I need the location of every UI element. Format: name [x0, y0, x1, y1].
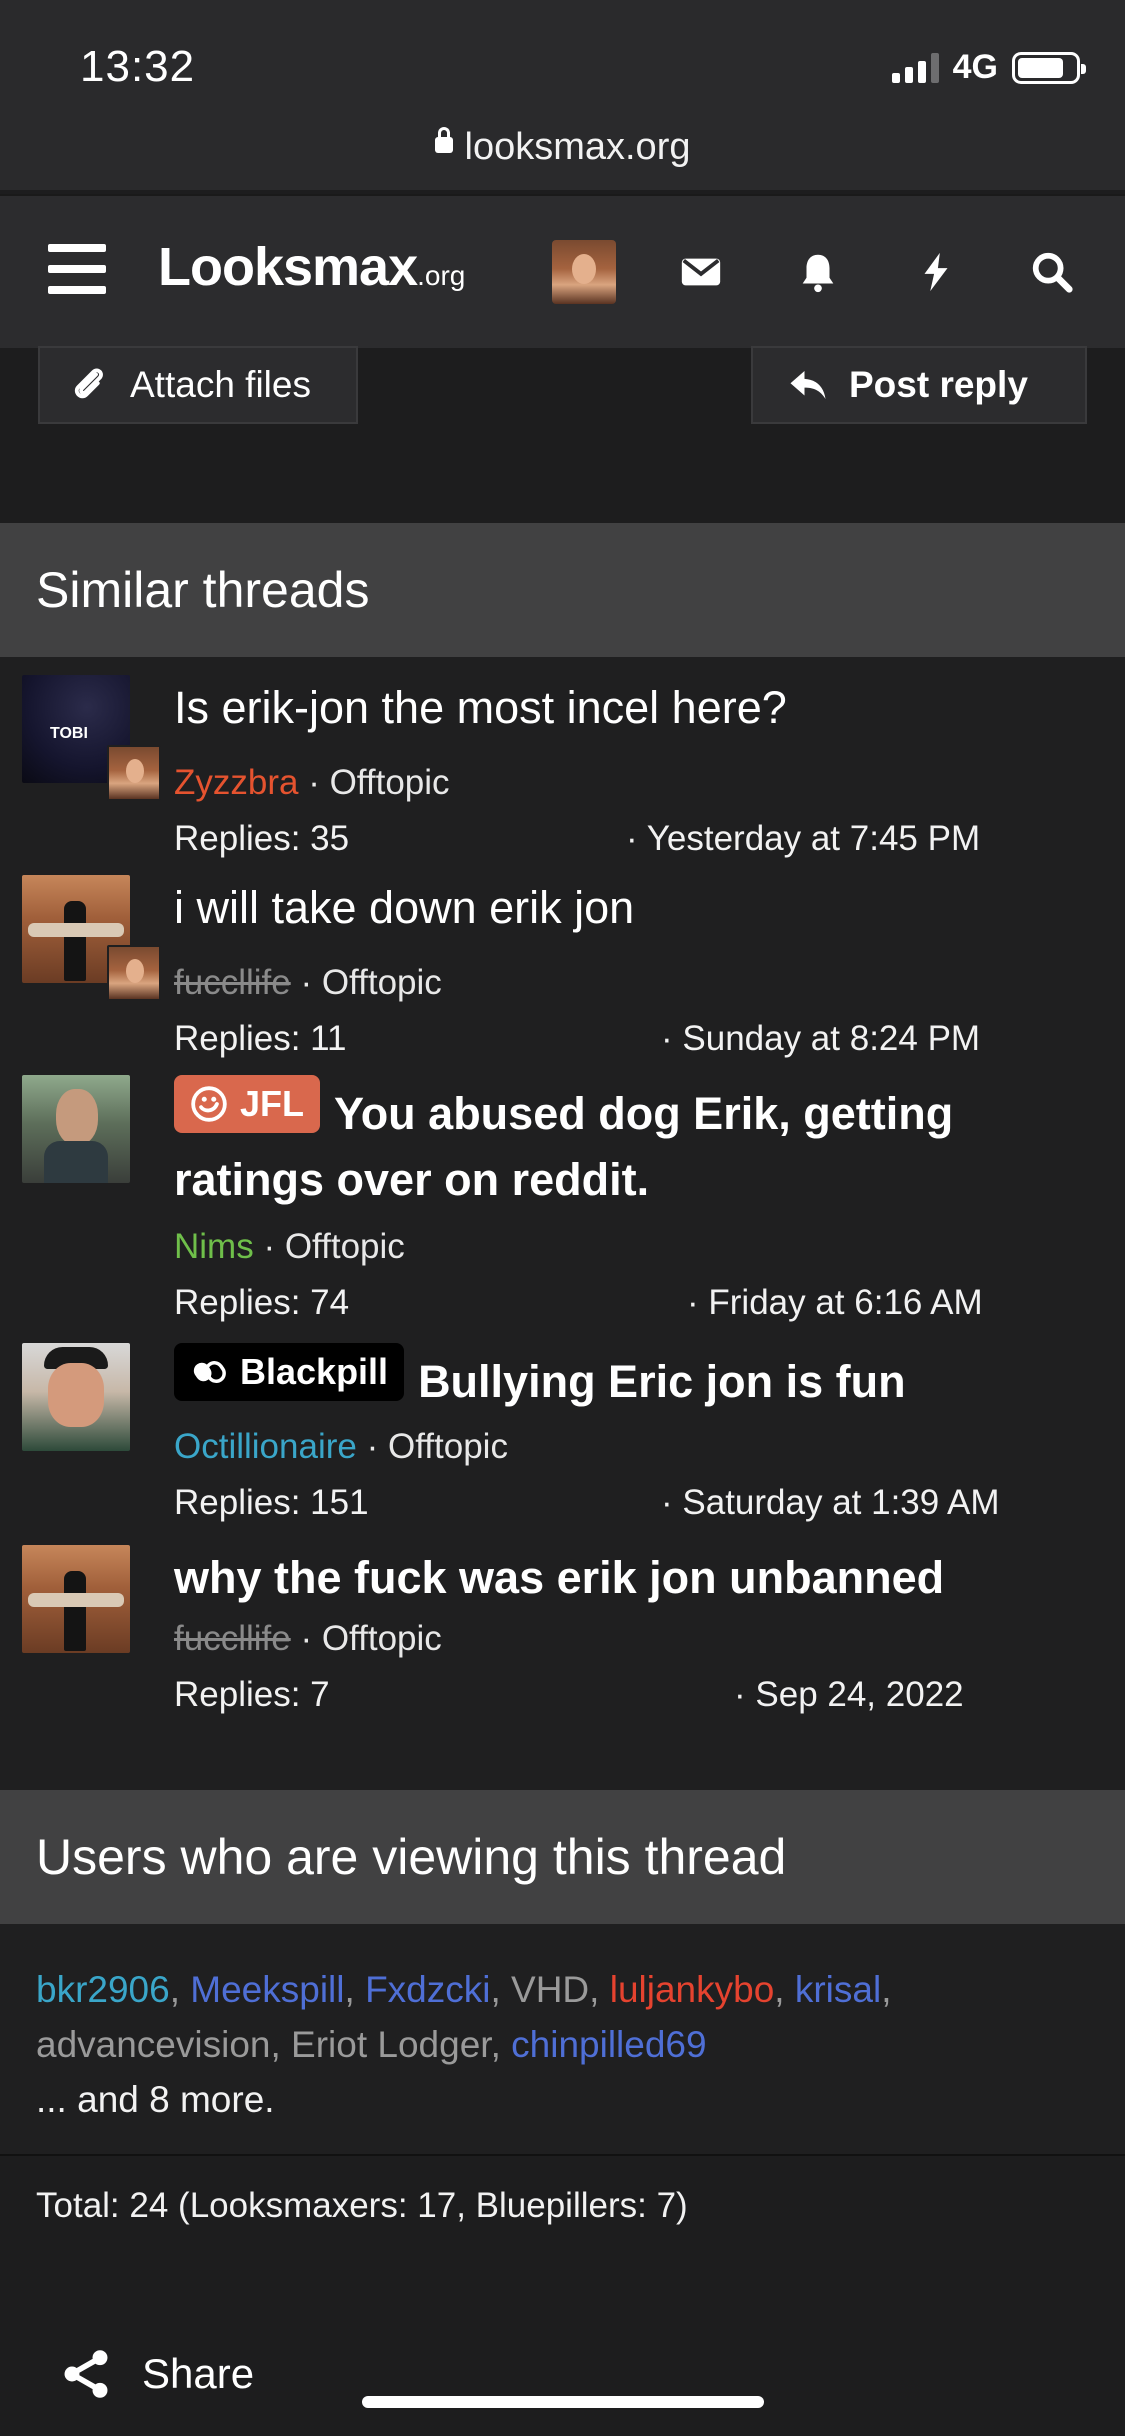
status-bar: 13:32 4G looksmax.org — [0, 0, 1125, 190]
users-viewing-list: bkr2906, Meekspill, Fxdzcki, VHD, luljan… — [36, 1969, 892, 2120]
status-indicators: 4G — [891, 48, 1086, 87]
thread-stats: Replies: 74 · Friday at 6:16 AM — [174, 1283, 1054, 1323]
thread-title[interactable]: Blackpill Bullying Eric jon is fun — [174, 1343, 1074, 1415]
user-link[interactable]: krisal — [795, 1969, 881, 2010]
prefix-badge[interactable]: Blackpill — [174, 1343, 405, 1401]
url-text: looksmax.org — [464, 126, 691, 168]
thread-date: · Saturday at 1:39 AM — [661, 1483, 1000, 1522]
home-indicator[interactable] — [362, 2396, 764, 2408]
thread-title[interactable]: why the fuck was erik jon unbanned — [174, 1545, 1074, 1611]
user-link[interactable]: chinpilled69 — [511, 2024, 706, 2065]
thread-forum[interactable]: · Offtopic — [263, 1227, 404, 1266]
thread-author[interactable]: fuccllife — [174, 963, 291, 1002]
reply-count: Replies: 151 — [174, 1483, 369, 1522]
similar-threads-header: Similar threads — [0, 523, 1125, 657]
thread-meta: fuccllife · Offtopic — [174, 963, 442, 1003]
clock: 13:32 — [80, 42, 196, 91]
author-avatar[interactable] — [22, 1545, 130, 1653]
battery-icon — [1012, 51, 1086, 84]
bolt-icon[interactable] — [910, 246, 962, 298]
thread-item[interactable]: i will take down erik jon fuccllife · Of… — [0, 875, 1125, 1058]
similar-threads-list: TOBI Is erik-jon the most incel here? Zy… — [0, 657, 1125, 1790]
thread-forum[interactable]: · Offtopic — [308, 763, 449, 802]
thread-item[interactable]: Blackpill Bullying Eric jon is fun Octil… — [0, 1343, 1125, 1522]
thread-forum[interactable]: · Offtopic — [300, 963, 441, 1002]
share-button[interactable]: Share — [58, 2344, 254, 2404]
user-link[interactable]: Fxdzcki — [365, 1969, 490, 2010]
thread-stats: Replies: 35 · Yesterday at 7:45 PM — [174, 819, 1054, 859]
jfl-icon — [191, 1086, 227, 1122]
thread-date: · Yesterday at 7:45 PM — [626, 819, 981, 858]
user-avatar[interactable] — [552, 240, 616, 304]
thread-author[interactable]: fuccllife — [174, 1619, 291, 1658]
attach-files-button[interactable]: Attach files — [38, 346, 358, 424]
divider — [0, 2154, 1125, 2156]
thread-date: · Sunday at 8:24 PM — [661, 1019, 981, 1058]
search-icon[interactable] — [1026, 246, 1078, 298]
author-avatar[interactable] — [22, 1343, 130, 1451]
thread-stats: Replies: 7 · Sep 24, 2022 — [174, 1675, 1054, 1715]
reply-count: Replies: 11 — [174, 1019, 347, 1058]
blackpill-icon — [193, 1361, 226, 1383]
reply-count: Replies: 35 — [174, 819, 350, 858]
thread-author[interactable]: Nims — [174, 1227, 254, 1266]
thread-forum[interactable]: · Offtopic — [300, 1619, 441, 1658]
thread-item[interactable]: TOBI Is erik-jon the most incel here? Zy… — [0, 675, 1125, 858]
address-bar[interactable]: looksmax.org — [0, 126, 1125, 169]
users-viewing-header: Users who are viewing this thread — [0, 1790, 1125, 1924]
site-logo[interactable]: Looksmax.org — [158, 236, 465, 298]
thread-author[interactable]: Octillionaire — [174, 1427, 357, 1466]
share-icon — [64, 2350, 108, 2398]
reply-toolbar: Attach files Post reply — [0, 346, 1125, 523]
thread-date: · Friday at 6:16 AM — [687, 1283, 983, 1322]
thread-forum[interactable]: · Offtopic — [367, 1427, 508, 1466]
prefix-badge[interactable]: JFL — [174, 1075, 321, 1133]
network-label: 4G — [952, 48, 998, 86]
thread-meta: Octillionaire · Offtopic — [174, 1427, 508, 1467]
thread-meta: Zyzzbra · Offtopic — [174, 763, 450, 803]
bell-icon[interactable] — [792, 246, 844, 298]
thread-title[interactable]: JFL You abused dog Erik, getting ratings… — [174, 1075, 1074, 1213]
user-link[interactable]: VHD — [511, 1969, 589, 2010]
paperclip-icon — [74, 368, 103, 399]
thread-item[interactable]: JFL You abused dog Erik, getting ratings… — [0, 1075, 1125, 1322]
reply-arrow-icon — [790, 371, 826, 399]
viewers-total: Total: 24 (Looksmaxers: 17, Bluepillers:… — [36, 2186, 688, 2225]
thread-author[interactable]: Zyzzbra — [174, 763, 298, 802]
user-link[interactable]: advancevision — [36, 2024, 270, 2065]
thread-meta: fuccllife · Offtopic — [174, 1619, 442, 1659]
thread-meta: Nims · Offtopic — [174, 1227, 405, 1267]
user-link[interactable]: Eriot Lodger — [291, 2024, 491, 2065]
user-link[interactable]: luljankybo — [610, 1969, 775, 2010]
author-avatar[interactable] — [22, 1075, 130, 1183]
reply-count: Replies: 7 — [174, 1675, 330, 1714]
lock-icon — [434, 126, 453, 153]
thread-stats: Replies: 151 · Saturday at 1:39 AM — [174, 1483, 1054, 1523]
more-users-link[interactable]: ... and 8 more. — [36, 2079, 275, 2120]
signal-icon — [891, 52, 939, 83]
user-link[interactable]: Meekspill — [190, 1969, 344, 2010]
post-reply-button[interactable]: Post reply — [751, 346, 1087, 424]
thread-date: · Sep 24, 2022 — [734, 1675, 964, 1714]
thread-title[interactable]: i will take down erik jon — [174, 875, 1074, 941]
thread-stats: Replies: 11 · Sunday at 8:24 PM — [174, 1019, 1054, 1059]
thread-item[interactable]: why the fuck was erik jon unbanned fuccl… — [0, 1545, 1125, 1720]
last-poster-avatar[interactable] — [107, 745, 161, 801]
user-link[interactable]: bkr2906 — [36, 1969, 170, 2010]
thread-title[interactable]: Is erik-jon the most incel here? — [174, 675, 1074, 741]
menu-icon[interactable] — [48, 244, 106, 294]
last-poster-avatar[interactable] — [107, 945, 161, 1001]
mail-icon[interactable] — [675, 246, 727, 298]
site-navbar: Looksmax.org — [0, 194, 1125, 348]
reply-count: Replies: 74 — [174, 1283, 350, 1322]
